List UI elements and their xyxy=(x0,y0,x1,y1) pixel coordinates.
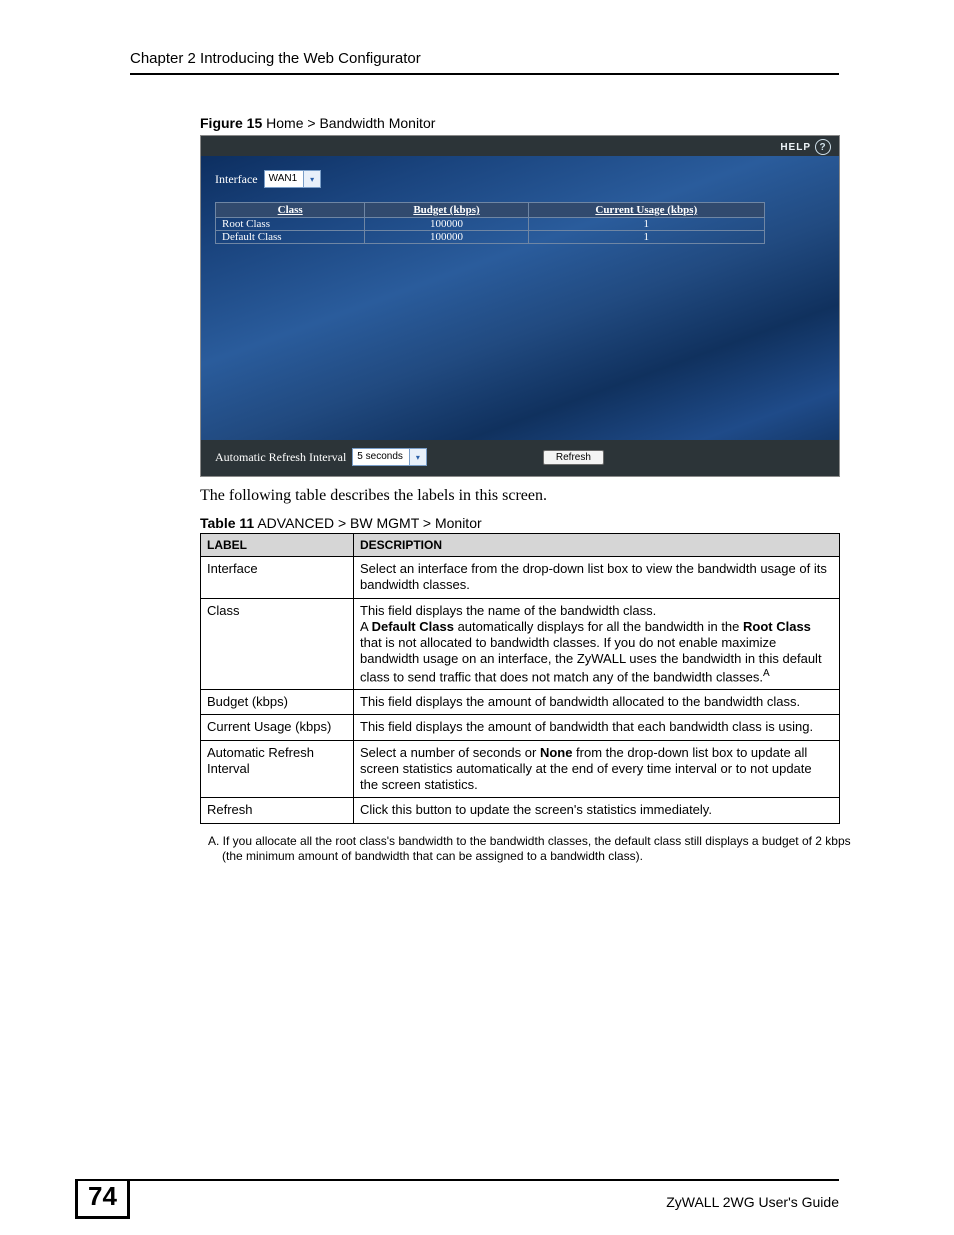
desc-text: This field displays the name of the band… xyxy=(354,598,840,690)
cell-budget: 100000 xyxy=(365,231,528,244)
refresh-interval-value: 5 seconds xyxy=(353,449,409,465)
cell-usage: 1 xyxy=(528,218,764,231)
footnote-ref: A xyxy=(763,668,770,679)
table-caption: Table 11 ADVANCED > BW MGMT > Monitor xyxy=(200,515,839,531)
table-row: Root Class 100000 1 xyxy=(216,218,765,231)
chapter-header: Chapter 2 Introducing the Web Configurat… xyxy=(130,50,839,75)
screenshot-titlebar: HELP ? xyxy=(201,136,839,156)
col-budget: Budget (kbps) xyxy=(365,203,528,218)
desc-text: Select an interface from the drop-down l… xyxy=(354,557,840,599)
bandwidth-table: Class Budget (kbps) Current Usage (kbps)… xyxy=(215,202,765,244)
figure-title: Home > Bandwidth Monitor xyxy=(262,115,435,131)
cell-budget: 100000 xyxy=(365,218,528,231)
body-text: The following table describes the labels… xyxy=(200,487,839,505)
desc-label: Interface xyxy=(201,557,354,599)
screenshot-panel: HELP ? Interface WAN1 ▾ Class Budget (kb… xyxy=(200,135,840,477)
footnote: A. If you allocate all the root class's … xyxy=(200,834,862,864)
help-icon: ? xyxy=(815,139,831,155)
desc-header-label: LABEL xyxy=(201,534,354,557)
interface-select[interactable]: WAN1 ▾ xyxy=(264,170,322,188)
help-link[interactable]: HELP ? xyxy=(780,139,831,155)
table-row: Interface Select an interface from the d… xyxy=(201,557,840,599)
interface-select-value: WAN1 xyxy=(265,171,304,187)
table-number: Table 11 xyxy=(200,515,254,531)
col-class: Class xyxy=(216,203,365,218)
page-number: 74 xyxy=(75,1181,130,1219)
desc-label: Class xyxy=(201,598,354,690)
desc-text: This field displays the amount of bandwi… xyxy=(354,715,840,740)
interface-row: Interface WAN1 ▾ xyxy=(215,170,825,188)
table-row: Budget (kbps) This field displays the am… xyxy=(201,690,840,715)
desc-label: Automatic Refresh Interval xyxy=(201,740,354,798)
table-row: Class This field displays the name of th… xyxy=(201,598,840,690)
help-label: HELP xyxy=(780,142,811,153)
desc-text: This field displays the amount of bandwi… xyxy=(354,690,840,715)
interface-label: Interface xyxy=(215,172,258,187)
guide-title: ZyWALL 2WG User's Guide xyxy=(666,1194,839,1210)
table-row: Default Class 100000 1 xyxy=(216,231,765,244)
cell-class: Default Class xyxy=(216,231,365,244)
table-row: Current Usage (kbps) This field displays… xyxy=(201,715,840,740)
desc-line: A Default Class automatically displays f… xyxy=(360,619,833,685)
desc-label: Current Usage (kbps) xyxy=(201,715,354,740)
page-footer: 74 ZyWALL 2WG User's Guide xyxy=(0,1179,954,1219)
cell-class: Root Class xyxy=(216,218,365,231)
chevron-down-icon: ▾ xyxy=(303,171,320,187)
table-row: Automatic Refresh Interval Select a numb… xyxy=(201,740,840,798)
screenshot-footer: Automatic Refresh Interval 5 seconds ▾ R… xyxy=(201,440,839,476)
chevron-down-icon: ▾ xyxy=(409,449,426,465)
desc-header-description: DESCRIPTION xyxy=(354,534,840,557)
description-table: LABEL DESCRIPTION Interface Select an in… xyxy=(200,533,840,824)
desc-text: Select a number of seconds or None from … xyxy=(354,740,840,798)
figure-number: Figure 15 xyxy=(200,115,262,131)
cell-usage: 1 xyxy=(528,231,764,244)
desc-label: Refresh xyxy=(201,798,354,823)
desc-label: Budget (kbps) xyxy=(201,690,354,715)
refresh-interval-select[interactable]: 5 seconds ▾ xyxy=(352,448,427,466)
refresh-interval-label: Automatic Refresh Interval xyxy=(215,450,346,465)
desc-line: This field displays the name of the band… xyxy=(360,603,833,619)
refresh-button[interactable]: Refresh xyxy=(543,450,604,465)
table-title: ADVANCED > BW MGMT > Monitor xyxy=(254,515,481,531)
table-row: Refresh Click this button to update the … xyxy=(201,798,840,823)
desc-text: Click this button to update the screen's… xyxy=(354,798,840,823)
table-header-row: Class Budget (kbps) Current Usage (kbps) xyxy=(216,203,765,218)
col-usage: Current Usage (kbps) xyxy=(528,203,764,218)
figure-caption: Figure 15 Home > Bandwidth Monitor xyxy=(200,115,839,131)
